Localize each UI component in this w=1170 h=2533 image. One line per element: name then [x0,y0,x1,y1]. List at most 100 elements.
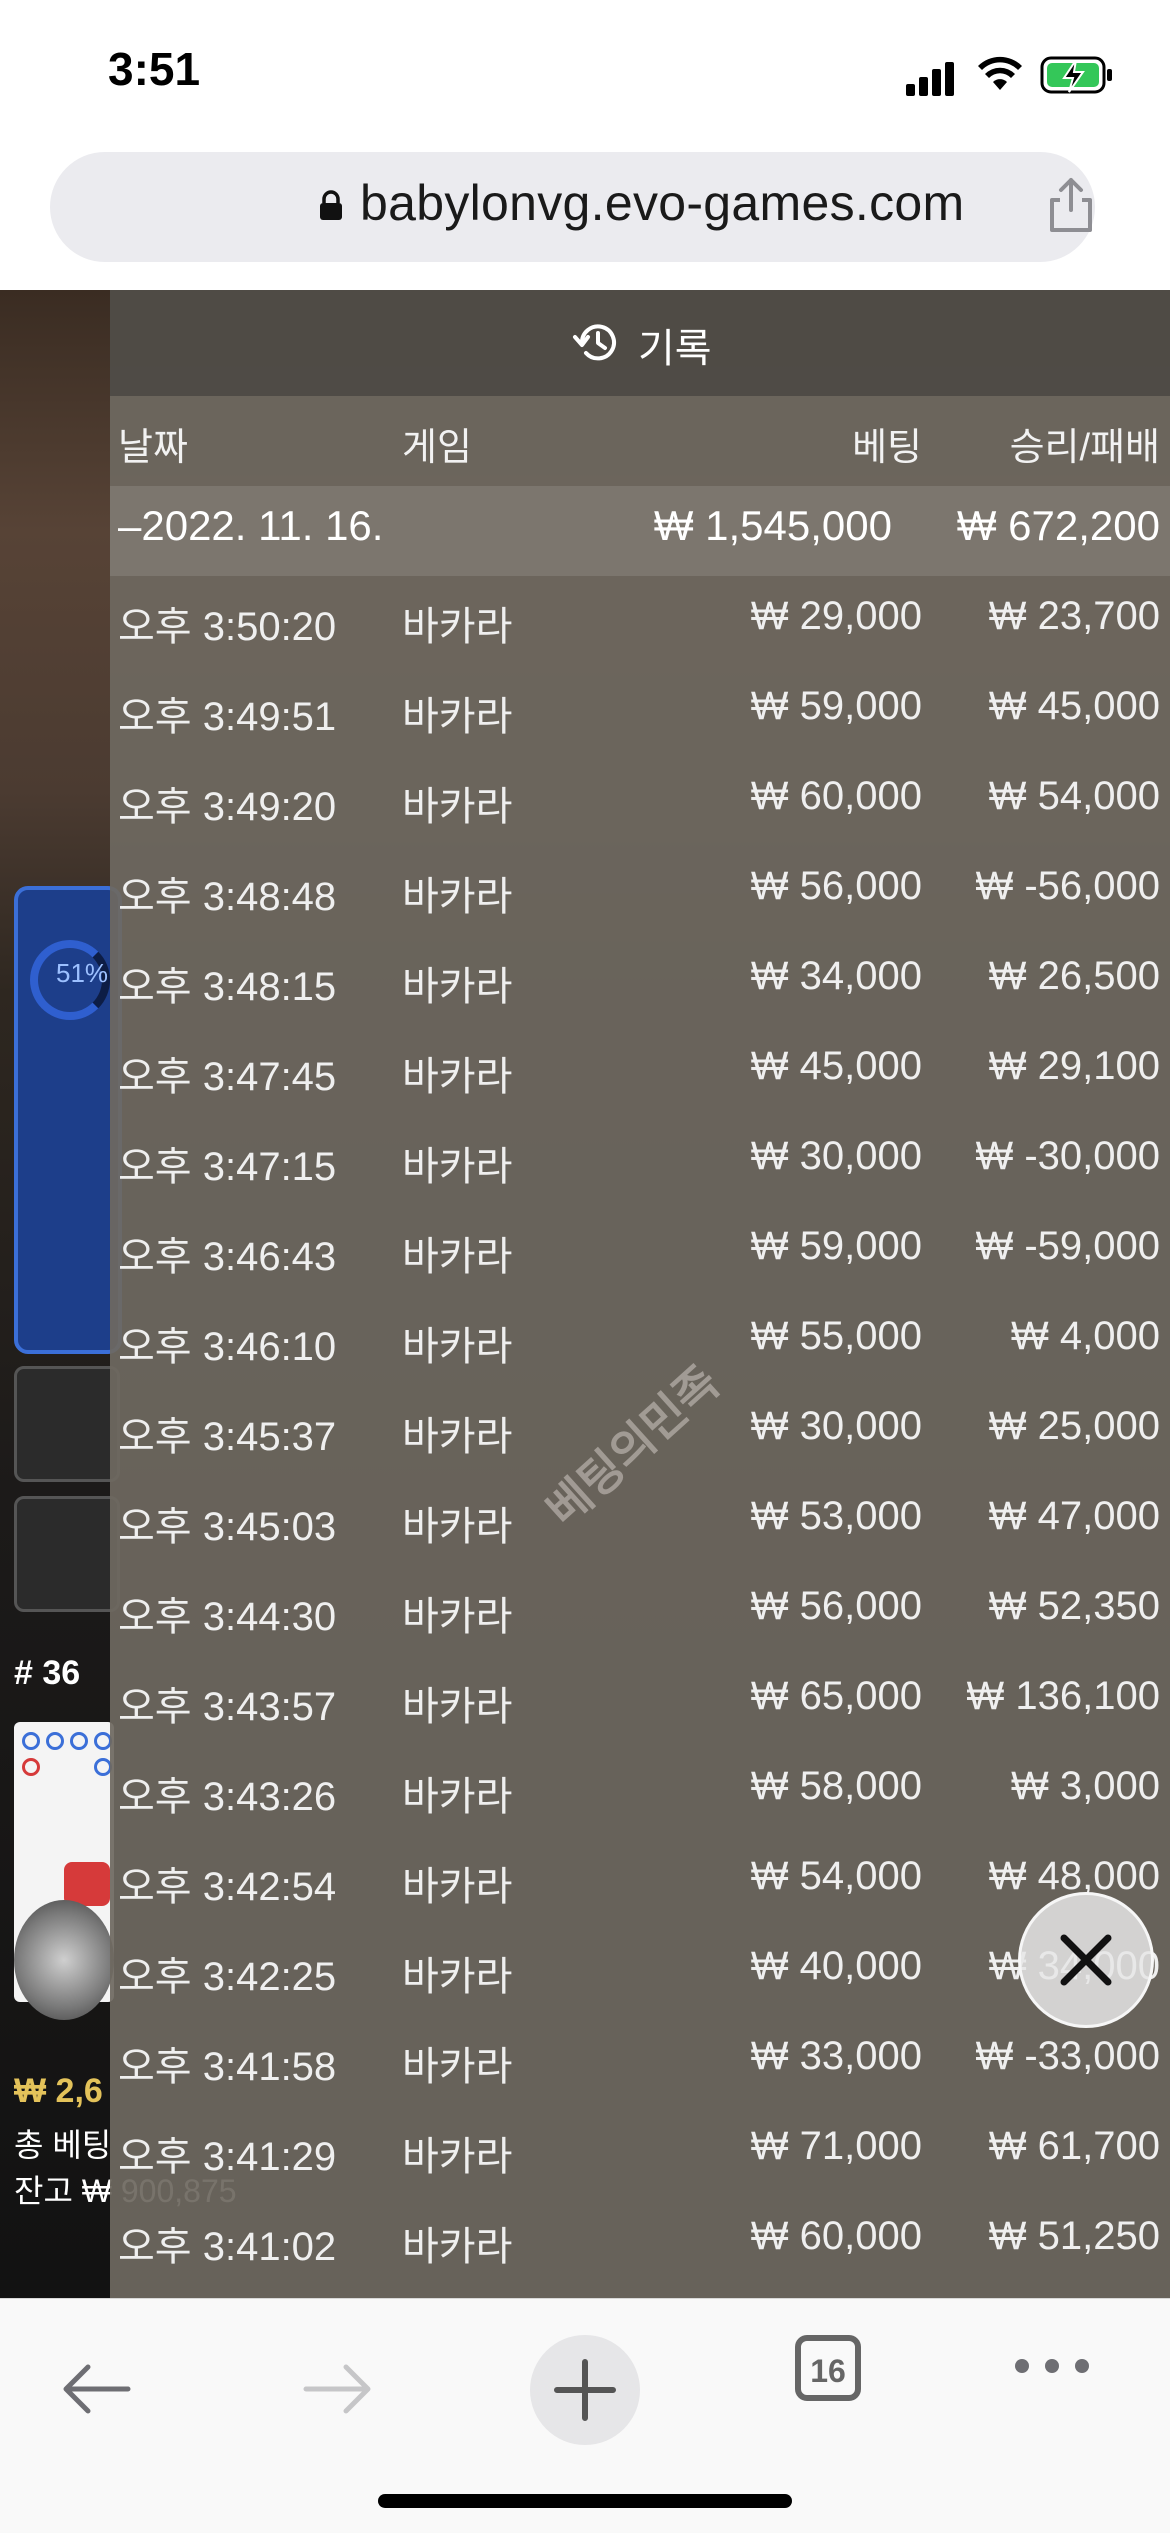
chip-icon[interactable] [14,1900,114,2020]
column-date: 날짜 [118,427,188,469]
history-row[interactable]: 오후 3:41:58 바카라 ₩ 33,000 ₩ -33,000 [110,2018,1170,2108]
row-win-loss: ₩ 54,000 [988,774,1160,818]
row-bet: ₩ 40,000 [750,1944,922,1988]
row-game: 바카라 [402,695,513,739]
row-game: 바카라 [402,1415,513,1459]
row-win-loss: ₩ 29,100 [988,1044,1160,1088]
history-row[interactable]: 오후 3:47:45 바카라 ₩ 45,000 ₩ 29,100 [110,1028,1170,1118]
new-badge [64,1862,110,1906]
row-game: 바카라 [402,1955,513,1999]
row-win-loss: ₩ 61,700 [988,2124,1160,2168]
row-time: 오후 3:45:03 [118,1505,337,1549]
panel-header: 기록 [110,290,1170,396]
new-tab-button[interactable] [530,2335,640,2445]
row-bet: ₩ 71,000 [750,2124,922,2168]
row-time: 오후 3:48:48 [118,875,337,919]
column-win-loss: 승리/패배 [1009,427,1160,469]
row-win-loss: ₩ -30,000 [975,1134,1160,1178]
row-bet: ₩ 56,000 [750,864,922,908]
row-time: 오후 3:47:15 [118,1145,337,1189]
row-win-loss: ₩ 45,000 [988,684,1160,728]
column-game: 게임 [402,427,472,469]
row-game: 바카라 [402,2225,513,2269]
row-game: 바카라 [402,1865,513,1909]
row-win-loss: ₩ 23,700 [988,594,1160,638]
plus-icon [554,2359,616,2421]
row-game: 바카라 [402,965,513,1009]
row-bet: ₩ 59,000 [750,1224,922,1268]
history-panel: 기록 날짜 게임 베팅 승리/패배 –2022. 11. 16. ₩ 1,545… [110,290,1170,2298]
row-game: 바카라 [402,1235,513,1279]
summary-bet: ₩ 1,545,000 [653,502,892,549]
row-game: 바카라 [402,1505,513,1549]
row-bet: ₩ 58,000 [750,1764,922,1808]
row-game: 바카라 [402,1055,513,1099]
address-bar[interactable]: babylonvg.evo-games.com [50,152,1095,262]
url-text: babylonvg.evo-games.com [360,175,965,231]
row-win-loss: ₩ 52,350 [988,1584,1160,1628]
row-win-loss: ₩ 136,100 [966,1674,1160,1718]
history-row[interactable]: 오후 3:50:20 바카라 ₩ 29,000 ₩ 23,700 [110,578,1170,668]
tab-count: 16 [810,2353,846,2389]
row-bet: ₩ 30,000 [750,1404,922,1448]
row-game: 바카라 [402,2135,513,2179]
home-indicator [378,2494,792,2508]
row-bet: ₩ 30,000 [750,1134,922,1178]
share-icon[interactable] [1046,176,1096,236]
percent-text: 51% [56,958,109,988]
row-game: 바카라 [402,1325,513,1369]
summary-date[interactable]: –2022. 11. 16. [118,502,383,550]
row-time: 오후 3:42:54 [118,1865,337,1909]
row-game: 바카라 [402,1595,513,1639]
history-row[interactable]: 오후 3:47:15 바카라 ₩ 30,000 ₩ -30,000 [110,1118,1170,1208]
row-time: 오후 3:43:26 [118,1775,337,1819]
more-icon[interactable] [1010,2351,1094,2381]
history-row[interactable]: 오후 3:48:48 바카라 ₩ 56,000 ₩ -56,000 [110,848,1170,938]
close-button[interactable] [1018,1892,1154,2028]
row-game: 바카라 [402,785,513,829]
win-amount: ₩ 2,6 [14,2072,103,2110]
player-bonus-button[interactable] [14,1496,120,1612]
row-time: 오후 3:49:20 [118,785,337,829]
row-game: 바카라 [402,1685,513,1729]
history-row[interactable]: 오후 3:44:30 바카라 ₩ 56,000 ₩ 52,350 [110,1568,1170,1658]
history-row[interactable]: 오후 3:49:20 바카라 ₩ 60,000 ₩ 54,000 [110,758,1170,848]
history-row[interactable]: 오후 3:48:15 바카라 ₩ 34,000 ₩ 26,500 [110,938,1170,1028]
row-time: 오후 3:44:30 [118,1595,337,1639]
row-win-loss: ₩ -56,000 [975,864,1160,908]
row-bet: ₩ 29,000 [750,594,922,638]
history-row[interactable]: 오후 3:41:29 바카라 ₩ 71,000 ₩ 61,700 [110,2108,1170,2198]
history-row[interactable]: 오후 3:42:25바카라₩ 40,000₩ 34,000 [110,1928,1170,2018]
row-game: 바카라 [402,2045,513,2089]
history-row[interactable]: 오후 3:46:10 바카라 ₩ 55,000 ₩ 4,000 [110,1298,1170,1388]
row-time: 오후 3:45:37 [118,1415,337,1459]
history-row[interactable]: 오후 3:49:51 바카라 ₩ 59,000 ₩ 45,000 [110,668,1170,758]
total-bet-label: 총 베팅 [14,2127,112,2163]
history-row[interactable]: 오후 3:43:57 바카라 ₩ 65,000 ₩ 136,100 [110,1658,1170,1748]
history-row[interactable]: 오후 3:43:26 바카라 ₩ 58,000 ₩ 3,000 [110,1748,1170,1838]
history-icon [573,324,616,361]
row-time: 오후 3:49:51 [118,695,337,739]
back-arrow-icon[interactable] [58,2359,134,2419]
cellular-signal-icon [906,60,956,96]
row-time: 오후 3:50:20 [118,605,337,649]
row-win-loss: ₩ 3,000 [1011,1764,1160,1808]
history-row[interactable]: 오후 3:41:02 바카라 ₩ 60,000 ₩ 51,250 [110,2198,1170,2288]
row-bet: ₩ 60,000 [750,774,922,818]
row-bet: ₩ 65,000 [750,1674,922,1718]
row-game: 바카라 [402,875,513,919]
battery-charging-icon [1040,56,1112,94]
history-row[interactable]: 오후 3:42:54 바카라 ₩ 54,000 ₩ 48,000 [110,1838,1170,1928]
player-pair-button[interactable] [14,1366,120,1482]
row-win-loss: ₩ 47,000 [988,1494,1160,1538]
row-win-loss: ₩ 25,000 [988,1404,1160,1448]
row-bet: ₩ 59,000 [750,684,922,728]
forward-arrow-icon[interactable] [300,2359,376,2419]
history-row[interactable]: 오후 3:45:03 바카라 ₩ 53,000 ₩ 47,000 [110,1478,1170,1568]
round-number: # 36 [14,1654,81,1692]
tabs-button[interactable]: 16 [795,2335,861,2401]
row-time: 오후 3:41:02 [118,2225,337,2269]
row-time: 오후 3:48:15 [118,965,337,1009]
row-time: 오후 3:41:29 [118,2135,337,2179]
history-row[interactable]: 오후 3:46:43 바카라 ₩ 59,000 ₩ -59,000 [110,1208,1170,1298]
